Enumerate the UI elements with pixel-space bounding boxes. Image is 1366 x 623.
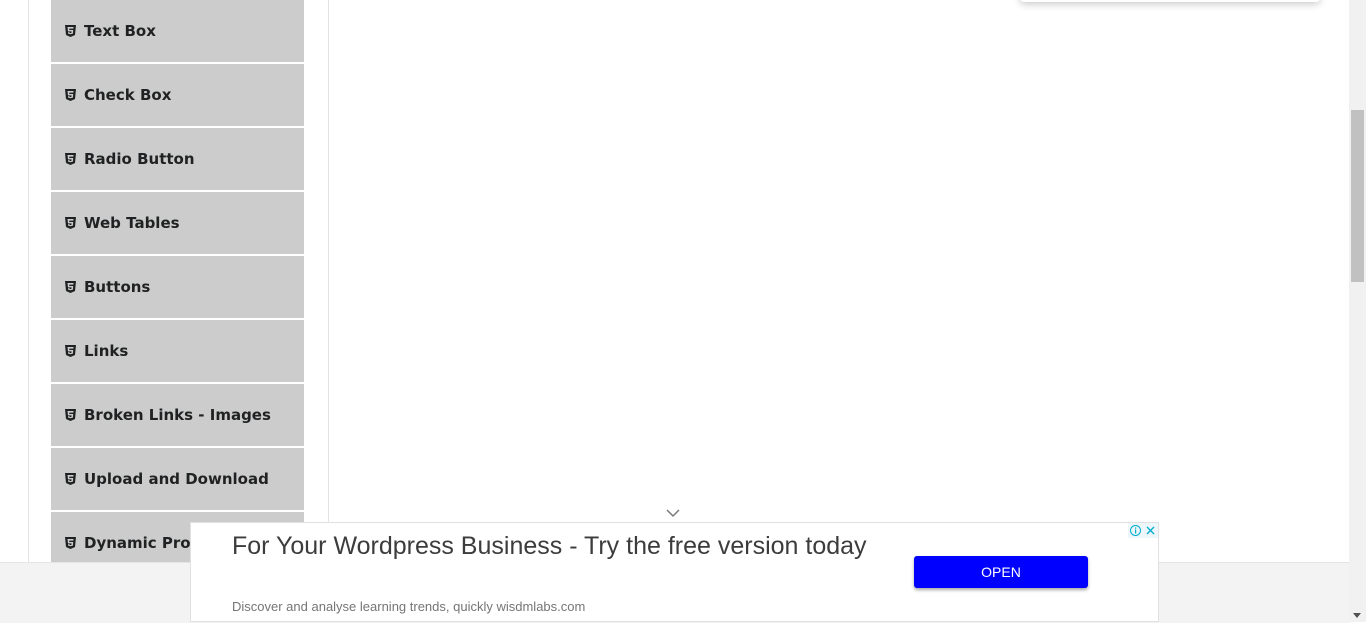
sidebar-item-label: Buttons [84,278,151,296]
chevron-down-icon[interactable] [665,508,681,518]
sidebar-item-label: Broken Links - Images [84,406,271,424]
ad-headline[interactable]: For Your Wordpress Business - Try the fr… [232,530,882,562]
left-border [28,0,29,562]
close-icon[interactable] [1143,523,1158,538]
sidebar-item-label: Links [84,342,129,360]
sidebar-item-text-box[interactable]: Text Box [51,0,304,62]
html5-icon [65,537,76,550]
html5-icon [65,89,76,102]
sidebar-item-label: Text Box [84,22,156,40]
sidebar-item-links[interactable]: Links [51,320,304,382]
sidebar-item-label: Radio Button [84,150,195,168]
sidebar-item-radio-button[interactable]: Radio Button [51,128,304,190]
scrollbar-thumb[interactable] [1351,110,1364,282]
sidebar-item-web-tables[interactable]: Web Tables [51,192,304,254]
sidebar-item-check-box[interactable]: Check Box [51,64,304,126]
sidebar-item-upload-download[interactable]: Upload and Download [51,448,304,510]
content-divider [328,0,329,562]
sidebar-item-broken-links[interactable]: Broken Links - Images [51,384,304,446]
scrollbar[interactable] [1349,0,1366,622]
dropdown-panel-edge [1020,0,1320,2]
ad-subtext[interactable]: Discover and analyse learning trends, qu… [232,599,585,614]
html5-icon [65,153,76,166]
info-icon[interactable] [1128,523,1143,538]
html5-icon [65,409,76,422]
scroll-down-arrow-icon[interactable] [1353,613,1361,618]
ad-controls [1128,523,1158,538]
html5-icon [65,217,76,230]
sidebar-item-label: Check Box [84,86,172,104]
html5-icon [65,25,76,38]
ad-banner[interactable]: For Your Wordpress Business - Try the fr… [190,522,1159,622]
html5-icon [65,281,76,294]
sidebar-item-buttons[interactable]: Buttons [51,256,304,318]
html5-icon [65,473,76,486]
html5-icon [65,345,76,358]
sidebar-item-label: Upload and Download [84,470,269,488]
ad-open-button[interactable]: OPEN [914,556,1088,588]
sidebar-item-label: Web Tables [84,214,180,232]
